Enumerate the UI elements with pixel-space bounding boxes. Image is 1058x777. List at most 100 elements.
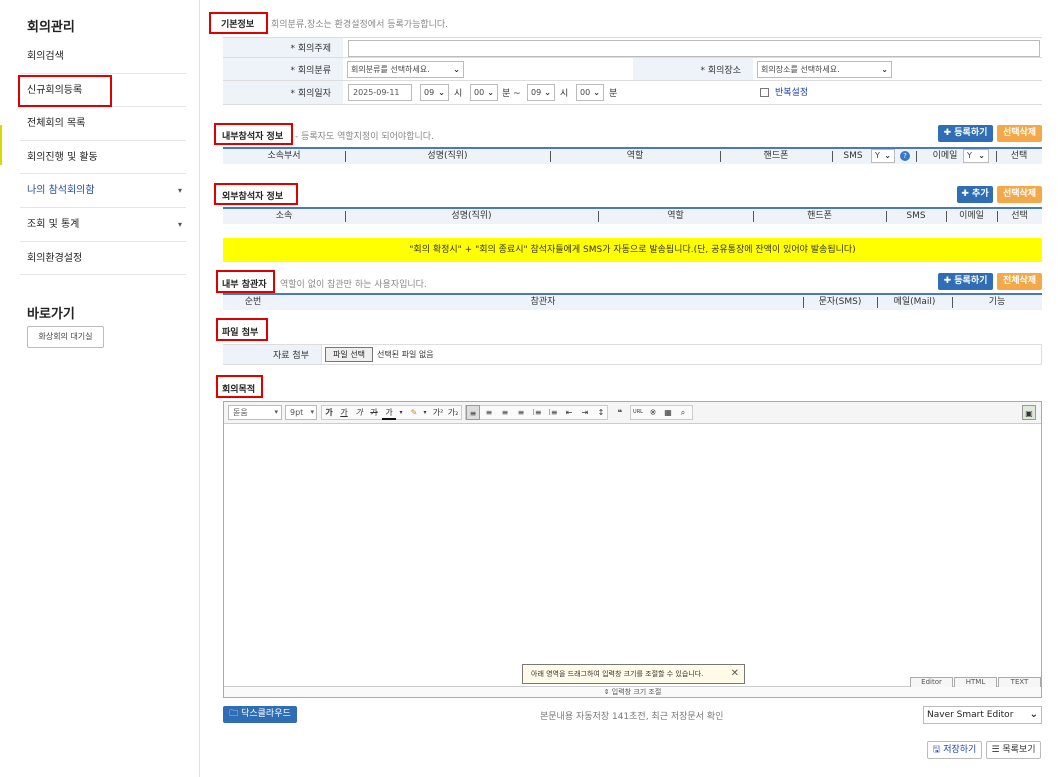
align-center-icon[interactable]: ≡ — [482, 405, 496, 420]
chevron-down-icon: ⌄ — [487, 88, 494, 97]
font-size-select[interactable]: 9pt ▾ — [285, 405, 317, 420]
help-icon[interactable]: ? — [900, 151, 910, 161]
choose-file-button[interactable]: 파일 선택 — [325, 347, 373, 362]
external-delete-selected-button[interactable]: 선택삭제 — [997, 186, 1042, 203]
repeat-checkbox[interactable] — [760, 88, 769, 97]
underline-icon[interactable]: 가 — [337, 405, 351, 420]
find-replace-icon[interactable]: ⌕ — [676, 405, 690, 420]
external-add-button[interactable]: ✚ 추가 — [957, 186, 993, 203]
resize-handle[interactable]: ⇕ 입력창 크기 조절 — [224, 686, 1041, 697]
file-attach-heading: 파일 첨부 — [222, 328, 259, 338]
link-icon[interactable]: URL — [631, 405, 645, 420]
start-hour-select[interactable]: 09 ⌄ — [420, 84, 449, 101]
email-select[interactable]: Y ⌄ — [963, 149, 989, 163]
numbered-list-icon[interactable]: ⁝≡ — [530, 405, 544, 420]
line-height-icon[interactable]: ↕ — [594, 405, 608, 420]
internal-register-button[interactable]: ✚ 등록하기 — [938, 125, 993, 142]
repeat-setting-link[interactable]: 반복설정 — [775, 85, 808, 98]
external-attendees-heading: 외부참석자 정보 — [222, 192, 284, 202]
editor-type-select[interactable]: Naver Smart Editor ⌄ — [923, 706, 1042, 724]
text-mode-tab[interactable]: TEXT — [998, 677, 1041, 687]
chevron-down-icon[interactable]: ▾ — [397, 405, 405, 420]
end-minute-select[interactable]: 00 ⌄ — [576, 84, 604, 101]
docs-cloud-button[interactable]: 🗀 닥스클라우드 — [223, 706, 297, 723]
bullet-list-icon[interactable]: ⁝≡ — [546, 405, 560, 420]
editor-mode-tab[interactable]: Editor — [910, 677, 953, 687]
internal-delete-selected-button[interactable]: 선택삭제 — [997, 125, 1042, 142]
place-label: * 회의장소 — [633, 58, 753, 80]
file-attach-label: 자료 첨부 — [223, 345, 321, 364]
indent-icon[interactable]: ⇥ — [578, 405, 592, 420]
observers-heading: 내부 참관자 — [222, 280, 267, 290]
sidebar-item-my-meetings[interactable]: 나의 참석회의함 ▾ — [20, 174, 186, 208]
category-label: * 회의분류 — [223, 58, 343, 80]
chevron-down-icon: ▾ — [177, 186, 182, 196]
highlight-box — [18, 75, 112, 107]
subject-input[interactable] — [348, 40, 1040, 57]
chevron-down-icon[interactable]: ▾ — [421, 405, 429, 420]
col-header: 선택 — [1010, 151, 1028, 161]
superscript-icon[interactable]: 가² — [431, 405, 445, 420]
special-char-icon[interactable]: ※ — [646, 405, 660, 420]
end-hour-select[interactable]: 09 ⌄ — [527, 84, 555, 101]
table-icon[interactable]: ▦ — [661, 405, 675, 420]
date-input[interactable]: 2025-09-11 — [348, 84, 412, 101]
observer-register-button[interactable]: ✚ 등록하기 — [938, 273, 993, 290]
italic-icon[interactable]: 가 — [352, 405, 366, 420]
col-header: 역할 — [626, 151, 644, 161]
col-header: SMS — [906, 211, 926, 221]
close-icon[interactable]: ✕ — [731, 665, 739, 683]
main-content: 기본정보 회의분류,장소는 환경설정에서 등록가능합니다. * 회의주제 * 회… — [201, 0, 1058, 777]
internal-attendees-header: 소속부서 성명(직위) 역할 핸드폰 SMS Y ⌄ ? 이메일 Y ⌄ 선택 — [223, 147, 1042, 164]
sidebar-item-search[interactable]: 회의검색 — [20, 40, 186, 74]
category-select[interactable]: 회의분류를 선택하세요. ⌄ — [347, 61, 464, 78]
chevron-down-icon: ⌄ — [978, 151, 985, 160]
col-header: 문자(SMS) — [818, 297, 862, 307]
sidebar-item-progress[interactable]: 회의진행 및 활동 — [20, 141, 186, 175]
col-header: 핸드폰 — [763, 151, 789, 161]
sidebar-item-settings[interactable]: 회의환경설정 — [20, 242, 186, 276]
strikethrough-icon[interactable]: 가 — [367, 405, 381, 420]
chevron-down-icon: ▾ — [177, 219, 182, 229]
subscript-icon[interactable]: 가₂ — [446, 405, 460, 420]
col-header: 순번 — [244, 297, 262, 307]
col-header: SMS — [843, 151, 863, 161]
highlight-color-icon[interactable]: ✎ — [407, 405, 421, 420]
sms-select[interactable]: Y ⌄ — [871, 149, 895, 163]
observer-delete-all-button[interactable]: 전체삭제 — [997, 273, 1042, 290]
outdent-icon[interactable]: ⇤ — [562, 405, 576, 420]
col-header: 소속 — [275, 211, 293, 221]
sidebar-item-stats[interactable]: 조회 및 통계 ▾ — [20, 208, 186, 242]
sidebar-item-all-meetings[interactable]: 전체회의 목록 — [20, 107, 186, 141]
resize-tooltip: 아래 영역을 드래그하여 입력창 크기를 조절할 수 있습니다. ✕ — [522, 664, 745, 684]
autosave-status[interactable]: 본문내용 자동저장 141초전, 최근 저장문서 확인 — [540, 709, 723, 722]
align-justify-icon[interactable]: ≡ — [514, 405, 528, 420]
chevron-down-icon: ▾ — [274, 408, 278, 416]
list-view-button[interactable]: ☰ 목록보기 — [986, 741, 1041, 759]
align-right-icon[interactable]: ≡ — [498, 405, 512, 420]
html-mode-tab[interactable]: HTML — [954, 677, 997, 687]
font-color-icon[interactable]: 가 — [382, 405, 396, 420]
hour-unit: 시 — [560, 89, 569, 99]
sidebar-edge-marker — [0, 125, 2, 165]
col-header: 기능 — [988, 297, 1006, 307]
file-attach-row: 자료 첨부 파일 선택 선택된 파일 없음 — [223, 344, 1042, 365]
subject-row: * 회의주제 — [223, 37, 1042, 58]
place-select[interactable]: 회의장소를 선택하세요. ⌄ — [757, 61, 892, 78]
editor-content-area[interactable] — [224, 424, 1041, 687]
col-header: 선택 — [1011, 211, 1028, 221]
video-waiting-room-button[interactable]: 화상회의 대기실 — [27, 326, 104, 348]
col-header: 참관자 — [530, 297, 556, 307]
align-left-icon[interactable]: ≡ — [466, 405, 480, 420]
col-header: 핸드폰 — [807, 211, 832, 221]
font-family-select[interactable]: 돋움 ▾ — [228, 405, 282, 420]
image-insert-icon[interactable]: ▣ — [1022, 405, 1036, 420]
hour-unit: 시 — [454, 89, 463, 99]
start-minute-select[interactable]: 00 ⌄ — [470, 84, 498, 101]
save-button[interactable]: 🖫 저장하기 — [927, 741, 982, 759]
chevron-down-icon: ⌄ — [881, 65, 888, 74]
minute-unit: 분 — [609, 89, 618, 99]
quote-icon[interactable]: ❝ — [613, 405, 627, 420]
bold-icon[interactable]: 가 — [322, 405, 336, 420]
date-label: * 회의일자 — [223, 81, 343, 104]
